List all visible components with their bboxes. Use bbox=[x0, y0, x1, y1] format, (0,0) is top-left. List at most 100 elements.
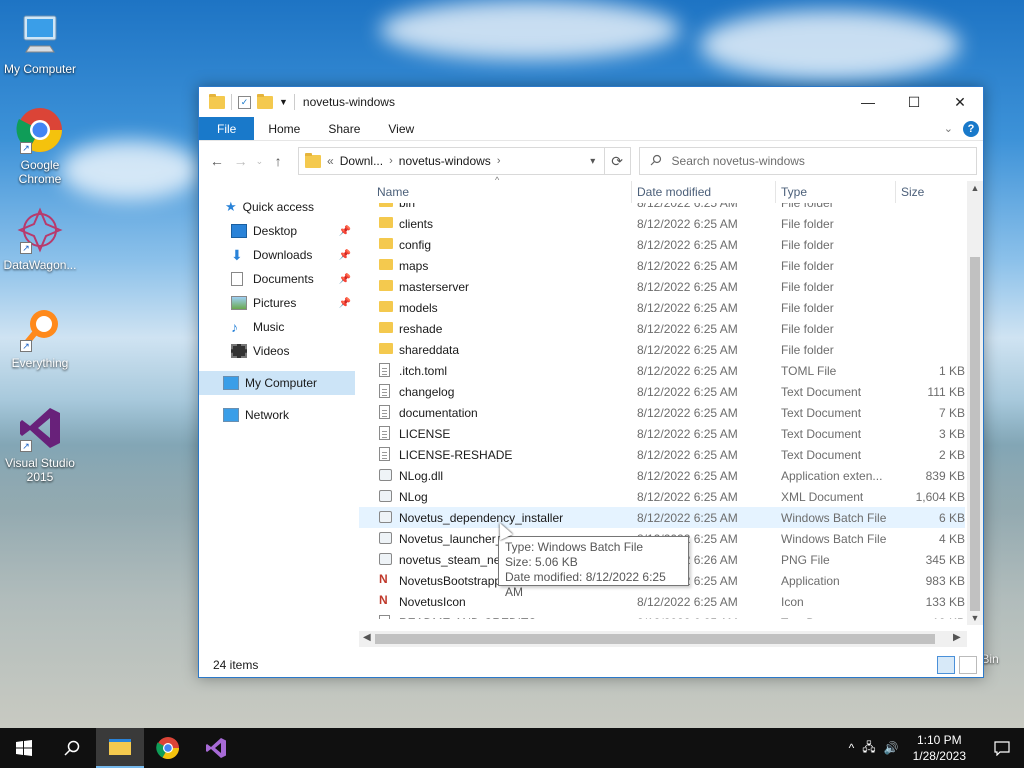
table-row[interactable]: .itch.toml 8/12/2022 6:25 AM TOML File 1 KB bbox=[359, 360, 965, 381]
taskbar-chrome[interactable] bbox=[144, 728, 192, 768]
scroll-thumb[interactable] bbox=[970, 257, 980, 611]
close-button[interactable]: ✕ bbox=[937, 87, 983, 117]
large-icons-view-button[interactable] bbox=[959, 656, 977, 674]
divider[interactable] bbox=[895, 181, 896, 203]
tab-share[interactable]: Share bbox=[314, 117, 374, 140]
search-button[interactable] bbox=[48, 728, 96, 768]
address-bar[interactable]: « Downl... › novetus-windows › ▾ bbox=[298, 147, 605, 175]
customize-qat-icon[interactable]: ▼ bbox=[279, 97, 288, 107]
file-date-modified: 8/12/2022 6:25 AM bbox=[637, 300, 738, 315]
file-name: masterserver bbox=[399, 279, 470, 294]
table-row[interactable]: shareddata 8/12/2022 6:25 AM File folder bbox=[359, 339, 965, 360]
up-button[interactable]: ↑ bbox=[266, 153, 290, 169]
recent-locations-icon[interactable]: ⌄ bbox=[252, 156, 266, 167]
star-icon: ★ bbox=[225, 199, 237, 214]
chevron-right-icon[interactable]: › bbox=[497, 155, 501, 167]
table-row[interactable]: NLog 8/12/2022 6:25 AM XML Document 1,604 K… bbox=[359, 486, 965, 507]
desktop-icon-chrome[interactable]: ↗ Google Chrome bbox=[0, 106, 80, 186]
properties-icon[interactable]: ✓ bbox=[238, 95, 251, 109]
nav-network[interactable]: Network bbox=[199, 403, 359, 427]
table-row[interactable]: documentation 8/12/2022 6:25 AM Text Docum… bbox=[359, 402, 965, 423]
action-center-button[interactable] bbox=[980, 728, 1024, 768]
refresh-button[interactable]: ⟳ bbox=[604, 147, 631, 175]
details-view-button[interactable] bbox=[937, 656, 955, 674]
horizontal-scrollbar[interactable]: ◀ ▶ bbox=[359, 631, 967, 647]
nav-quick-access[interactable]: ★ Quick access bbox=[199, 195, 359, 219]
table-row[interactable]: LICENSE-RESHADE 8/12/2022 6:25 AM Text Doc… bbox=[359, 444, 965, 465]
volume-icon[interactable]: 🔊 bbox=[884, 741, 899, 755]
search-input[interactable]: Search novetus-windows bbox=[638, 147, 977, 175]
folder-icon bbox=[209, 93, 225, 109]
nav-music[interactable]: ♪ Music bbox=[199, 315, 359, 339]
breadcrumb-downloads[interactable]: Downl... bbox=[340, 154, 383, 168]
pin-icon[interactable]: 📌 bbox=[339, 226, 351, 237]
column-type[interactable]: Type bbox=[781, 185, 807, 199]
scroll-thumb[interactable] bbox=[375, 634, 935, 644]
table-row[interactable]: reshade 8/12/2022 6:25 AM File folder bbox=[359, 318, 965, 339]
divider[interactable] bbox=[775, 181, 776, 203]
file-type: TOML File bbox=[781, 363, 837, 378]
tab-file[interactable]: File bbox=[199, 117, 255, 140]
clock[interactable]: 1:10 PM 1/28/2023 bbox=[907, 732, 972, 764]
help-icon[interactable]: ? bbox=[963, 120, 979, 137]
back-button[interactable]: ← bbox=[205, 153, 229, 169]
nav-documents[interactable]: Documents 📌 bbox=[199, 267, 359, 291]
table-row[interactable]: config 8/12/2022 6:25 AM File folder bbox=[359, 234, 965, 255]
forward-button[interactable]: → bbox=[229, 153, 253, 169]
table-row[interactable]: maps 8/12/2022 6:25 AM File folder bbox=[359, 255, 965, 276]
network-tray-icon[interactable]: 🖧 bbox=[862, 738, 875, 759]
table-row[interactable]: masterserver 8/12/2022 6:25 AM File folder bbox=[359, 276, 965, 297]
file-type: Application exten... bbox=[781, 468, 883, 483]
nav-videos[interactable]: Videos bbox=[199, 339, 359, 363]
tab-view[interactable]: View bbox=[374, 117, 428, 140]
pin-icon[interactable]: 📌 bbox=[339, 274, 351, 285]
file-size: 7 KB bbox=[938, 405, 965, 420]
tooltip-size: Size: 5.06 KB bbox=[505, 555, 578, 569]
table-row[interactable]: bin 8/12/2022 6:25 AM File folder bbox=[359, 203, 965, 213]
tab-home[interactable]: Home bbox=[254, 117, 314, 140]
desktop-icon-everything[interactable]: ↗ Everything bbox=[0, 304, 80, 370]
taskbar-file-explorer[interactable] bbox=[96, 728, 144, 768]
tooltip-date: Date modified: 8/12/2022 6:25 AM bbox=[505, 570, 666, 599]
table-row[interactable]: changelog 8/12/2022 6:25 AM Text Document 1… bbox=[359, 381, 965, 402]
file-type: PNG File bbox=[781, 552, 830, 567]
table-row[interactable]: NLog.dll 8/12/2022 6:25 AM Application ext… bbox=[359, 465, 965, 486]
desktop-icon-my-computer[interactable]: My Computer bbox=[0, 10, 80, 76]
chevron-right-icon[interactable]: › bbox=[389, 155, 393, 167]
column-date-modified[interactable]: Date modified bbox=[637, 185, 711, 199]
maximize-button[interactable]: ☐ bbox=[891, 87, 937, 117]
pin-icon[interactable]: 📌 bbox=[339, 250, 351, 261]
folder-icon bbox=[379, 238, 393, 249]
nav-pictures[interactable]: Pictures 📌 bbox=[199, 291, 359, 315]
table-row[interactable]: models 8/12/2022 6:25 AM File folder bbox=[359, 297, 965, 318]
scroll-right-icon[interactable]: ▶ bbox=[953, 632, 961, 643]
nav-desktop[interactable]: Desktop 📌 bbox=[199, 219, 359, 243]
column-name[interactable]: Name bbox=[377, 185, 409, 199]
column-size[interactable]: Size bbox=[901, 185, 924, 199]
vertical-scrollbar[interactable]: ▲ ▼ bbox=[967, 181, 983, 625]
scroll-left-icon[interactable]: ◀ bbox=[363, 632, 371, 643]
scroll-down-icon[interactable]: ▼ bbox=[967, 613, 983, 623]
desktop-icon-label: DataWagon... bbox=[3, 258, 77, 272]
expand-ribbon-icon[interactable]: ⌄ bbox=[944, 122, 953, 135]
table-row[interactable]: LICENSE 8/12/2022 6:25 AM Text Document 3 K… bbox=[359, 423, 965, 444]
start-button[interactable] bbox=[0, 728, 48, 768]
chevron-down-icon[interactable]: ▾ bbox=[582, 156, 604, 167]
minimize-button[interactable]: — bbox=[845, 87, 891, 117]
table-row[interactable]: Novetus_dependency_installer 8/12/2022 6:… bbox=[359, 507, 965, 528]
taskbar-visual-studio[interactable] bbox=[192, 728, 240, 768]
file-date-modified: 8/12/2022 6:25 AM bbox=[637, 216, 738, 231]
breadcrumb-novetus-windows[interactable]: novetus-windows bbox=[399, 154, 491, 168]
scroll-up-icon[interactable]: ▲ bbox=[967, 183, 983, 193]
nav-downloads[interactable]: ⬇ Downloads 📌 bbox=[199, 243, 359, 267]
table-row[interactable]: clients 8/12/2022 6:25 AM File folder bbox=[359, 213, 965, 234]
new-folder-icon[interactable] bbox=[257, 93, 273, 109]
chevron-up-icon[interactable]: ^ bbox=[849, 741, 855, 755]
address-overflow[interactable]: « bbox=[327, 154, 334, 168]
pin-icon[interactable]: 📌 bbox=[339, 298, 351, 309]
nav-my-computer[interactable]: My Computer bbox=[199, 371, 355, 395]
divider[interactable] bbox=[631, 181, 632, 203]
desktop-icon-datawagon[interactable]: ↗ DataWagon... bbox=[0, 206, 80, 272]
desktop-icon-visual-studio[interactable]: ↗ Visual Studio 2015 bbox=[0, 404, 80, 484]
table-row[interactable]: README-AND-CREDITS 8/12/2022 6:25 AM Text … bbox=[359, 612, 965, 619]
